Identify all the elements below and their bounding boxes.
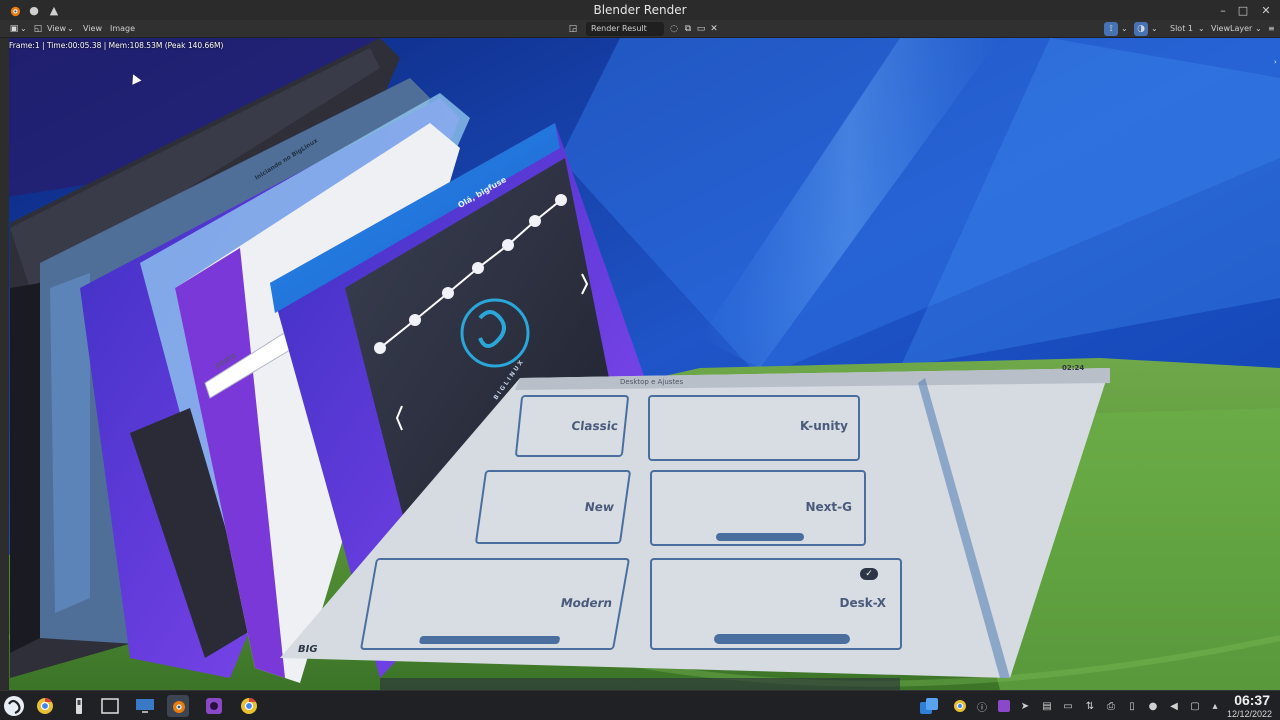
scroll-right-icon[interactable]: › (1274, 58, 1278, 88)
layout-taskbar-preview (418, 636, 561, 644)
toolbar-strip[interactable] (0, 38, 9, 690)
expand-tray-icon[interactable]: ▴ (1208, 699, 1222, 713)
battery-tray-icon[interactable]: ▯ (1125, 699, 1139, 713)
render-viewport[interactable]: Classic K-unity New Next-G Modern Desk-X… (0, 38, 1280, 690)
layout-dock-preview (714, 634, 850, 644)
title-bar: ● ▲ Blender Render – □ ✕ (0, 0, 1280, 20)
fake-user-icon[interactable]: ◌ (667, 22, 681, 36)
layout-label-modern: Modern (559, 596, 614, 610)
layout-label-new: New (583, 500, 615, 514)
gizmo-toggle-icon[interactable]: ⟟ (1104, 22, 1118, 36)
file-manager-icon[interactable] (68, 695, 90, 717)
sidebar-toggle-icon[interactable]: ≡ (1268, 22, 1275, 36)
chrome-icon[interactable] (34, 695, 56, 717)
layout-card-k-unity: K-unity (648, 395, 860, 461)
minimize-icon[interactable]: – (1215, 2, 1231, 18)
terminal-icon[interactable] (99, 695, 121, 717)
editor-type-icon[interactable]: ▣ (7, 22, 21, 36)
media-app-icon[interactable] (203, 695, 225, 717)
microphone-tray-icon[interactable]: ● (1146, 699, 1160, 713)
new-image-icon[interactable]: ⧉ (681, 22, 695, 36)
chrome-window-icon[interactable] (238, 695, 260, 717)
desktop-window-title: Desktop e Ajustes (620, 378, 684, 386)
screen-clock: 02:24 (1062, 364, 1085, 372)
info-tray-icon[interactable]: ⓘ (975, 699, 989, 714)
printer-tray-icon[interactable]: ⎙ (1104, 699, 1118, 713)
clipboard-tray-icon[interactable]: ▤ (1040, 699, 1054, 713)
chevron-down-icon[interactable]: ⌄ (67, 22, 74, 36)
media-tray-icon[interactable] (997, 699, 1011, 713)
clock-time[interactable]: 06:37 (1234, 692, 1270, 708)
telegram-tray-icon[interactable]: ➤ (1018, 699, 1032, 713)
overlay-toggle-icon[interactable]: ◑ (1134, 22, 1148, 36)
layout-card-desk-x: Desk-X ✓ (650, 558, 902, 650)
image-mode-icon[interactable]: ◱ (31, 22, 45, 36)
image-editor-header: ▣ ⌄ ◱ View ⌄ View Image ◲ Render Result … (0, 20, 1280, 38)
chevron-down-icon[interactable]: ⌄ (1198, 22, 1205, 36)
network-tray-icon[interactable]: ⇅ (1083, 699, 1097, 713)
layout-card-next-g: Next-G (650, 470, 866, 546)
render-result-field[interactable]: Render Result (586, 22, 664, 36)
chrome-tray-icon[interactable] (953, 699, 967, 713)
blender-app-icon[interactable] (167, 695, 189, 717)
system-taskbar: ⓘ ➤ ▤ ▭ ⇅ ⎙ ▯ ● ◀ ▢ ▴ 06:37 12/12/2022 (0, 690, 1280, 720)
layout-card-modern: Modern (359, 558, 631, 650)
check-icon: ✓ (860, 568, 878, 580)
close-icon[interactable]: ✕ (1258, 2, 1274, 18)
maximize-icon[interactable]: □ (1235, 2, 1251, 18)
image-browse-icon[interactable]: ◲ (566, 22, 580, 36)
render-image (0, 38, 1280, 690)
open-image-folder-icon[interactable]: ▭ (694, 22, 708, 36)
menu-view-mode[interactable]: View (47, 22, 66, 36)
chevron-down-icon[interactable]: ⌄ (1255, 22, 1262, 36)
layout-label-k-unity: K-unity (800, 419, 848, 433)
layout-label-desk-x: Desk-X (839, 596, 886, 610)
display-tray-icon[interactable]: ▭ (1061, 699, 1075, 713)
unlink-image-icon[interactable]: ✕ (707, 22, 721, 36)
big-logo-text: BIG (298, 644, 318, 655)
virtual-desktops-icon[interactable] (918, 695, 940, 717)
layout-label-next-g: Next-G (805, 500, 853, 514)
screen-tray-icon[interactable]: ▢ (1188, 699, 1202, 713)
window-title: Blender Render (593, 3, 687, 17)
menu-image[interactable]: Image (110, 22, 135, 36)
layout-label-classic: Classic (570, 419, 619, 433)
biglinux-menu-icon[interactable] (3, 695, 25, 717)
overlay-dropdown-icon[interactable]: ⌄ (1151, 22, 1158, 36)
frame-info-text: Frame:1 | Time:00:05.38 | Mem:108.53M (P… (9, 41, 224, 50)
menu-view[interactable]: View (83, 22, 102, 36)
slot-selector[interactable]: Slot 1 (1170, 22, 1193, 36)
layout-dock-preview (716, 533, 804, 541)
editor-type-dropdown-icon[interactable]: ⌄ (20, 22, 27, 36)
view-layer-selector[interactable]: ViewLayer (1211, 22, 1252, 36)
layout-card-new: New (474, 470, 632, 544)
clock-date[interactable]: 12/12/2022 (1227, 709, 1272, 719)
layout-card-classic: Classic (514, 395, 630, 457)
gizmo-dropdown-icon[interactable]: ⌄ (1121, 22, 1128, 36)
monitor-icon[interactable] (134, 695, 156, 717)
volume-tray-icon[interactable]: ◀ (1167, 699, 1181, 713)
